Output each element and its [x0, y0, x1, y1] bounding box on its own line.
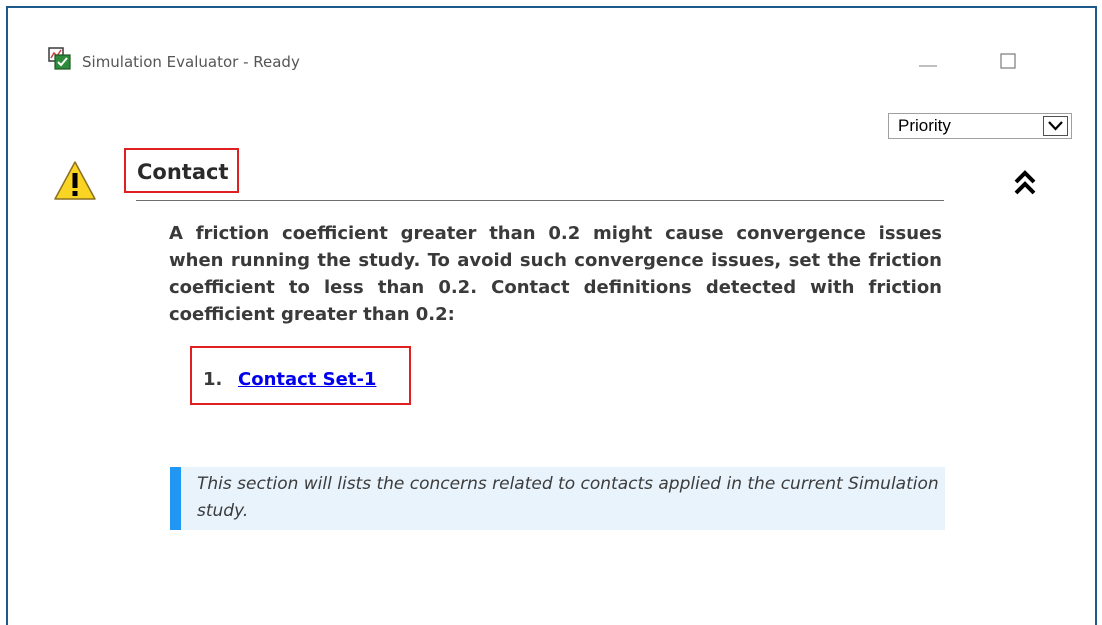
- info-note: This section will lists the concerns rel…: [170, 467, 945, 530]
- heading-divider: [136, 200, 944, 201]
- section-heading: Contact: [137, 160, 229, 184]
- dropdown-arrow-button[interactable]: [1043, 116, 1068, 136]
- sort-dropdown[interactable]: Priority: [888, 113, 1072, 139]
- contact-set-link[interactable]: Contact Set-1: [238, 369, 376, 390]
- list-item-number: 1.: [203, 369, 223, 390]
- window-title: Simulation Evaluator - Ready: [82, 53, 300, 71]
- warning-icon: [54, 161, 96, 200]
- simulation-evaluator-icon: [48, 47, 71, 70]
- maximize-icon[interactable]: [996, 50, 1020, 74]
- info-note-text: This section will lists the concerns rel…: [197, 474, 939, 521]
- sort-dropdown-value: Priority: [898, 116, 951, 135]
- chevron-down-icon: [1048, 121, 1063, 131]
- section-message: A friction coefficient greater than 0.2 …: [169, 223, 942, 325]
- minimize-icon[interactable]: [916, 50, 940, 74]
- double-chevron-up-icon[interactable]: [1008, 166, 1042, 200]
- info-note-accent-bar: [170, 467, 181, 530]
